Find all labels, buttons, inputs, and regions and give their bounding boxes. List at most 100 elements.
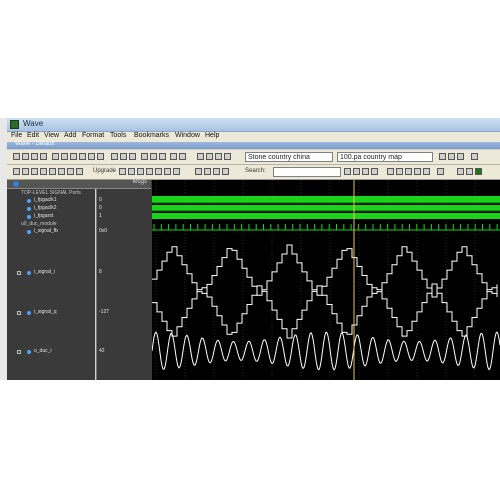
signal-name-fpgarst[interactable]: i_fpgarst [34,213,53,219]
tool-b-icon[interactable] [448,153,455,160]
signal-value-fb: 0x0 [99,228,108,234]
dataflow-icon[interactable] [224,153,231,160]
signal-icon [27,207,31,211]
collapse-icon[interactable] [67,168,74,175]
clock-bar-1 [152,205,500,211]
memory-icon[interactable] [215,153,222,160]
edge-next-icon[interactable] [204,168,211,175]
cursor-mode-icon[interactable] [466,168,473,175]
search-opt-icon[interactable] [371,168,378,175]
zoom-full-icon[interactable] [405,168,412,175]
wave-tool-6-icon[interactable] [164,168,171,175]
step-icon[interactable] [141,153,148,160]
new-file-icon[interactable] [13,153,20,160]
zoom-range-icon[interactable] [423,168,430,175]
signal-icon [27,350,31,354]
settings-icon[interactable] [197,153,204,160]
signal-name-fpgaclk2[interactable]: i_fpgaclk2 [34,205,57,211]
step-over-icon[interactable] [150,153,157,160]
wave-tool-1-icon[interactable] [119,168,126,175]
search-prev-icon[interactable] [362,168,369,175]
time-icon[interactable] [437,168,444,175]
expand-duc-i[interactable] [17,350,21,354]
group-duc-module[interactable]: u0_duc_module [21,221,57,227]
menu-format[interactable]: Format [82,132,104,139]
location-combo[interactable]: Stone country china [245,152,333,162]
delete-icon[interactable] [40,168,47,175]
paste-icon[interactable] [70,153,77,160]
signal-value-q: -127 [99,309,110,315]
menu-add[interactable]: Add [64,132,76,139]
restart-icon[interactable] [129,153,136,160]
signal-value-fpgarst: 1 [99,213,102,219]
color-icon[interactable] [475,168,482,175]
zoom-cursor-icon[interactable] [414,168,421,175]
continue-icon[interactable] [159,153,166,160]
search-next-icon[interactable] [353,168,360,175]
save-icon[interactable] [31,153,38,160]
menu-view[interactable]: View [44,132,59,139]
msgs-header: Msgs [132,179,147,185]
redo-icon[interactable] [88,153,95,160]
signal-name-fb[interactable]: i_signal_fb [34,228,58,234]
undo-icon[interactable] [79,153,86,160]
insert-icon[interactable] [31,168,38,175]
layout-icon[interactable] [206,153,213,160]
tool-c-icon[interactable] [457,153,464,160]
wave-tool-4-icon[interactable] [146,168,153,175]
zoom-out-icon[interactable] [396,168,403,175]
menu-window[interactable]: Window [175,132,200,139]
clock-bars [152,196,500,219]
menu-file[interactable]: File [11,132,22,139]
wave-tool-7-icon[interactable] [173,168,180,175]
menu-edit[interactable]: Edit [27,132,39,139]
hierarchy-icon[interactable] [179,153,186,160]
run-icon[interactable] [111,153,118,160]
pane-title-bar: Wave - Default [7,141,500,149]
wave-menu-icon[interactable] [13,181,19,187]
edge-down-icon[interactable] [222,168,229,175]
waveform-canvas[interactable] [152,180,500,380]
tool-a-icon[interactable] [439,153,446,160]
format-icon[interactable] [457,168,464,175]
binoculars-icon[interactable] [170,153,177,160]
tool-d-icon[interactable] [471,153,478,160]
find-icon[interactable] [97,153,104,160]
open-file-icon[interactable] [22,153,29,160]
group-icon[interactable] [49,168,56,175]
signal-value-fpgaclk1: 0 [99,197,102,203]
menu-tools[interactable]: Tools [110,132,126,139]
wave-tool-2-icon[interactable] [128,168,135,175]
signal-name-fpgaclk1[interactable]: i_fpgaclk1 [34,197,57,203]
menu-help[interactable]: Help [205,132,219,139]
pane-title: Wave - Default [15,141,55,147]
signal-name-i[interactable]: i_signal_i [34,269,55,275]
search-label: Search: [245,168,266,174]
wave-tool-3-icon[interactable] [137,168,144,175]
search-dropdown-icon[interactable] [344,168,351,175]
expand-signal-q[interactable] [17,311,21,315]
break-icon[interactable] [120,153,127,160]
marker-icon[interactable] [76,168,83,175]
edge-prev-icon[interactable] [195,168,202,175]
cut-icon[interactable] [52,153,59,160]
expand-signal-i[interactable] [17,271,21,275]
edge-up-icon[interactable] [213,168,220,175]
group-top-level[interactable]: TOP-LEVEL SIGNAL Ports [21,190,81,196]
signal-name-duc-i[interactable]: o_duc_i [34,348,52,354]
signal-name-q[interactable]: i_signal_q [34,309,57,315]
menu-bookmarks[interactable]: Bookmarks [134,132,169,139]
signal-value-duc-i: 42 [99,348,105,354]
cursor-icon[interactable] [22,168,29,175]
print-icon[interactable] [40,153,47,160]
add-wave-icon[interactable] [13,168,20,175]
signal-icon [27,215,31,219]
upgrade-label[interactable]: Upgrade [93,168,116,174]
search-input[interactable] [273,167,341,177]
expand-icon[interactable] [58,168,65,175]
wave-tool-5-icon[interactable] [155,168,162,175]
copy-icon[interactable] [61,153,68,160]
zoom-in-icon[interactable] [387,168,394,175]
menu-bar: File Edit View Add Format Tools Bookmark… [7,132,500,142]
location-combo-2[interactable]: 100.pa country map [337,152,433,162]
